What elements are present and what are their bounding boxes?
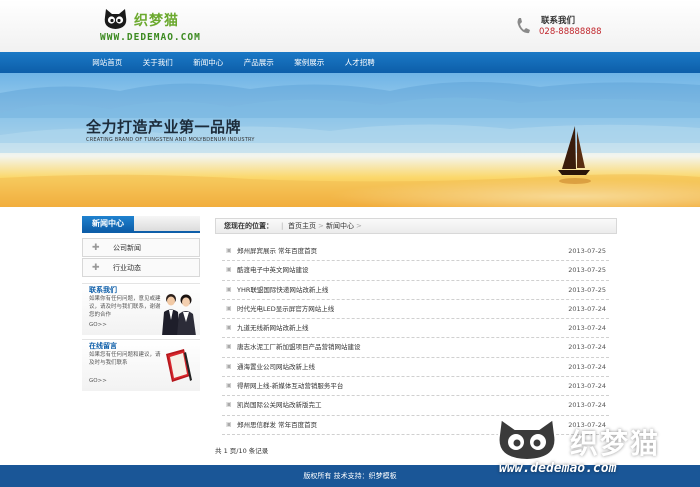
message-promo-text: 如果您有任何问题和建议，请及时与我们联系 — [89, 352, 161, 366]
news-date: 2013-07-24 — [568, 362, 606, 371]
cat-watermark-icon — [497, 417, 557, 461]
list-item[interactable]: ▣ 郑州屏宾展示 常年百度首页 2013-07-25 — [222, 242, 609, 262]
watermark-url-text: www.dedemao.com — [499, 461, 617, 476]
sidebar-item-company-news[interactable]: ✚ 公司新闻 — [82, 238, 200, 257]
news-date: 2013-07-24 — [568, 304, 606, 313]
breadcrumb-link-news[interactable]: 新闻中心 — [326, 219, 354, 233]
business-people-image — [162, 294, 196, 335]
pagination-info: 共 1 页/10 条记录 — [215, 447, 269, 455]
news-title[interactable]: 九道无线新网站改新上线 — [237, 319, 309, 338]
contact-promo-title: 联系我们 — [89, 286, 117, 294]
bullet-icon: ▣ — [226, 247, 232, 254]
contact-block: 联系我们 028-88888888 — [516, 14, 602, 40]
watermark-chinese-text: 织梦猫 — [570, 427, 661, 460]
news-date: 2013-07-25 — [568, 247, 606, 255]
nav-item-products[interactable]: 产品展示 — [234, 52, 285, 73]
bullet-icon: ▣ — [226, 362, 232, 370]
news-title[interactable]: 得帮网上线-新媒体互动营销服务平台 — [237, 377, 343, 396]
contact-phone: 028-88888888 — [539, 27, 602, 37]
news-date: 2013-07-24 — [568, 401, 606, 410]
news-title[interactable]: 通海置业公司网站改新上线 — [237, 358, 315, 377]
chevron-right-icon: > — [356, 222, 362, 230]
banner-title: 全力打造产业第一品牌 — [86, 118, 242, 136]
bullet-icon: ▣ — [226, 266, 232, 274]
cat-logo-icon — [104, 9, 127, 29]
bullet-icon: ▣ — [226, 324, 232, 332]
news-list: ▣ 郑州屏宾展示 常年百度首页 2013-07-25 ▣ 酷渡电子中英文网站建设 201… — [222, 242, 609, 435]
news-title[interactable]: 时代光电LED显示屏官方网站上线 — [237, 300, 334, 319]
banner-subtitle: CREATING BRAND OF TUNGSTEN AND MOLYBDENU… — [86, 137, 255, 143]
nav-item-news[interactable]: 新闻中心 — [183, 52, 234, 73]
phone-icon — [517, 18, 530, 34]
logo-chinese-text: 织梦猫 — [134, 13, 179, 29]
bullet-icon: ▣ — [226, 304, 232, 312]
news-date: 2013-07-25 — [568, 285, 606, 294]
list-item[interactable]: ▣ 得帮网上线-新媒体互动营销服务平台 2013-07-24 — [222, 377, 609, 397]
news-title[interactable]: 唐志水泥工厂新加盟项目产品营销网站建设 — [237, 338, 361, 357]
list-item[interactable]: ▣ 酷渡电子中英文网站建设 2013-07-25 — [222, 261, 609, 281]
news-title[interactable]: 郑州屏宾展示 常年百度首页 — [237, 242, 317, 261]
logo-url-text: WWW.DEDEMAO.COM — [100, 32, 201, 43]
list-item[interactable]: ▣ 通海置业公司网站改新上线 2013-07-24 — [222, 358, 609, 378]
contact-title: 联系我们 — [541, 16, 576, 26]
news-title[interactable]: YHR联盟国际快递网站改新上线 — [237, 281, 328, 300]
list-item[interactable]: ▣ 唐志水泥工厂新加盟项目产品营销网站建设 2013-07-24 — [222, 338, 609, 358]
bullet-icon: ▣ — [226, 285, 232, 293]
bullet-icon: ▣ — [226, 401, 232, 409]
news-date: 2013-07-24 — [568, 343, 606, 352]
nav-item-jobs[interactable]: 人才招聘 — [335, 52, 386, 73]
contact-promo-go-link[interactable]: GO>> — [89, 322, 107, 328]
news-date: 2013-07-24 — [568, 382, 606, 391]
sidebar-heading-tab: 新闻中心 — [82, 216, 134, 231]
news-title[interactable]: 酷渡电子中英文网站建设 — [237, 261, 309, 280]
list-item[interactable]: ▣ 九道无线新网站改新上线 2013-07-24 — [222, 319, 609, 339]
sidebar-heading: 新闻中心 — [82, 216, 200, 233]
list-item[interactable]: ▣ YHR联盟国际快递网站改新上线 2013-07-25 — [222, 281, 609, 300]
notebook-pen-image — [166, 349, 192, 382]
breadcrumb-divider: | — [281, 222, 284, 230]
main-nav: 网站首页 关于我们 新闻中心 产品展示 案例展示 人才招聘 — [0, 52, 700, 73]
site-logo[interactable]: 织梦猫 WWW.DEDEMAO.COM — [100, 8, 210, 44]
contact-promo-text: 如果你有任何问题，意见或建议，请及时与我们联系，谢谢您的合作 — [89, 296, 161, 318]
bullet-icon: ▣ — [226, 382, 232, 390]
message-promo-go-link[interactable]: GO>> — [89, 378, 107, 384]
hero-banner: 全力打造产业第一品牌 CREATING BRAND OF TUNGSTEN AN… — [0, 73, 700, 207]
breadcrumb-link-home[interactable]: 首页主页 — [288, 219, 316, 233]
plus-icon: ✚ — [92, 263, 100, 273]
breadcrumb-label: 您现在的位置： — [224, 222, 273, 230]
news-title[interactable]: 凯尚国际公关网站改新版完工 — [237, 396, 322, 415]
sidebar-item-label: 行业动态 — [113, 264, 141, 272]
chevron-right-icon: > — [318, 222, 324, 230]
nav-item-about[interactable]: 关于我们 — [133, 52, 184, 73]
site-header: 织梦猫 WWW.DEDEMAO.COM 联系我们 028-88888888 — [0, 0, 700, 52]
message-promo-title: 在线留言 — [89, 342, 117, 350]
sidebar-item-industry-news[interactable]: ✚ 行业动态 — [82, 258, 200, 277]
news-date: 2013-07-24 — [568, 324, 606, 333]
bullet-icon: ▣ — [226, 420, 232, 428]
message-promo-box[interactable]: 在线留言 如果您有任何问题和建议，请及时与我们联系 GO>> — [82, 339, 200, 391]
breadcrumb: 您现在的位置： | 首页主页 > 新闻中心 > — [215, 218, 617, 234]
bullet-icon: ▣ — [226, 343, 232, 351]
list-item[interactable]: ▣ 时代光电LED显示屏官方网站上线 2013-07-24 — [222, 300, 609, 320]
news-title[interactable]: 郑州思信群发 常年百度首页 — [237, 416, 317, 435]
watermark: 织梦猫 www.dedemao.com — [495, 415, 700, 481]
plus-icon: ✚ — [92, 243, 100, 253]
contact-promo-box[interactable]: 联系我们 如果你有任何问题，意见或建议，请及时与我们联系，谢谢您的合作 GO>> — [82, 283, 200, 335]
nav-item-cases[interactable]: 案例展示 — [284, 52, 335, 73]
sidebar-item-label: 公司新闻 — [113, 244, 141, 252]
news-date: 2013-07-25 — [568, 266, 606, 275]
nav-item-home[interactable]: 网站首页 — [82, 52, 133, 73]
list-item[interactable]: ▣ 凯尚国际公关网站改新版完工 2013-07-24 — [222, 396, 609, 416]
